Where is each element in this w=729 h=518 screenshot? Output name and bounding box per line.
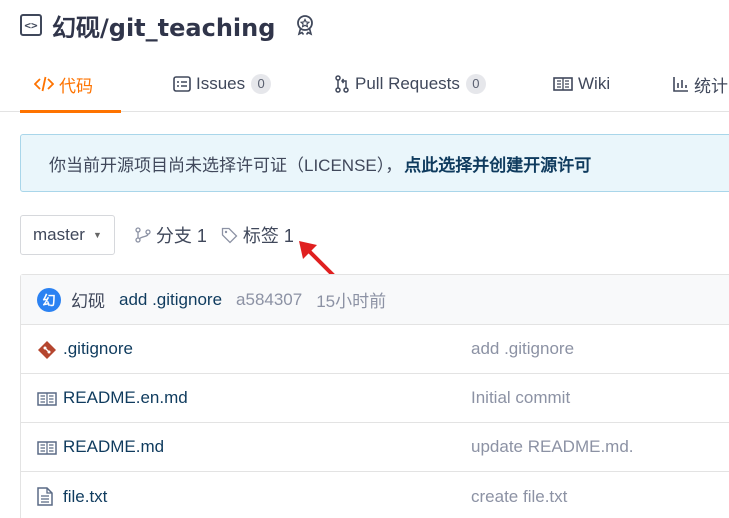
tab-label: Issues — [196, 74, 246, 93]
branches-label: 分支 1 — [155, 226, 207, 246]
tab-label: Pull Requests — [355, 74, 460, 93]
caret-down-icon: ▼ — [92, 230, 102, 240]
award-icon[interactable] — [293, 13, 317, 37]
text-file-icon — [37, 472, 53, 518]
repo-title[interactable]: 幻砚/git_teaching — [52, 8, 275, 43]
file-name[interactable]: file.txt — [63, 487, 107, 507]
commit-time: 15小时前 — [316, 292, 387, 311]
branch-toolbar: master ▼ 分支 1 标签 1 — [20, 215, 294, 255]
wiki-icon — [553, 76, 573, 92]
branch-select[interactable]: master ▼ — [20, 215, 115, 255]
file-commit-message[interactable]: Initial commit — [471, 388, 570, 408]
tab-issues[interactable]: Issues 0 — [173, 56, 272, 112]
tag-icon — [221, 227, 238, 244]
pull-requests-count-badge: 0 — [465, 74, 486, 94]
file-name[interactable]: README.en.md — [63, 388, 188, 408]
pull-request-icon — [334, 75, 350, 93]
tab-stats[interactable]: 统计 — [673, 56, 728, 112]
code-icon — [34, 76, 54, 92]
issues-count-badge: 0 — [251, 74, 272, 94]
repo-tabs: 代码 Issues 0 Pull Requests 0 Wiki 统计 — [0, 56, 729, 113]
tab-pull-requests[interactable]: Pull Requests 0 — [334, 56, 486, 112]
file-name[interactable]: .gitignore — [63, 339, 133, 359]
commit-hash[interactable]: a584307 — [236, 290, 302, 310]
branch-select-value: master — [33, 225, 85, 244]
tab-label: Wiki — [578, 74, 611, 93]
tab-label: 统计 — [694, 76, 728, 96]
license-banner: 你当前开源项目尚未选择许可证（LICENSE）， 点此选择并创建开源许可 — [20, 134, 729, 192]
commit-author[interactable]: 幻砚 — [71, 287, 105, 312]
file-row[interactable]: .gitignore add .gitignore — [21, 325, 729, 374]
file-commit-message[interactable]: add .gitignore — [471, 339, 574, 359]
avatar[interactable]: 幻 — [37, 287, 61, 312]
code-repo-icon: <> — [20, 14, 42, 36]
readme-book-icon — [37, 374, 57, 423]
git-file-icon — [37, 325, 57, 374]
repo-header: <> 幻砚/git_teaching — [20, 8, 317, 42]
file-table: 幻 幻砚 add .gitignore a584307 15小时前 .gitig… — [20, 274, 729, 518]
commit-message[interactable]: add .gitignore — [119, 290, 222, 310]
file-commit-message[interactable]: create file.txt — [471, 487, 567, 507]
file-commit-message[interactable]: update README.md. — [471, 437, 634, 457]
branch-icon — [135, 227, 151, 243]
tab-wiki[interactable]: Wiki — [553, 56, 610, 112]
stats-icon — [673, 76, 689, 92]
issues-icon — [173, 76, 191, 92]
tab-code[interactable]: 代码 — [20, 56, 121, 113]
tab-label: 代码 — [59, 76, 93, 96]
tags-link[interactable]: 标签 1 — [221, 222, 294, 248]
latest-commit-bar: 幻 幻砚 add .gitignore a584307 15小时前 — [21, 275, 729, 325]
file-name[interactable]: README.md — [63, 437, 164, 457]
choose-license-link[interactable]: 点此选择并创建开源许可 — [404, 151, 591, 176]
readme-book-icon — [37, 423, 57, 472]
branches-link[interactable]: 分支 1 — [135, 222, 207, 248]
file-row[interactable]: file.txt create file.txt — [21, 472, 729, 518]
file-row[interactable]: README.md update README.md. — [21, 423, 729, 472]
tags-label: 标签 1 — [242, 226, 294, 246]
file-row[interactable]: README.en.md Initial commit — [21, 374, 729, 423]
license-banner-text: 你当前开源项目尚未选择许可证（LICENSE）， — [49, 155, 403, 175]
